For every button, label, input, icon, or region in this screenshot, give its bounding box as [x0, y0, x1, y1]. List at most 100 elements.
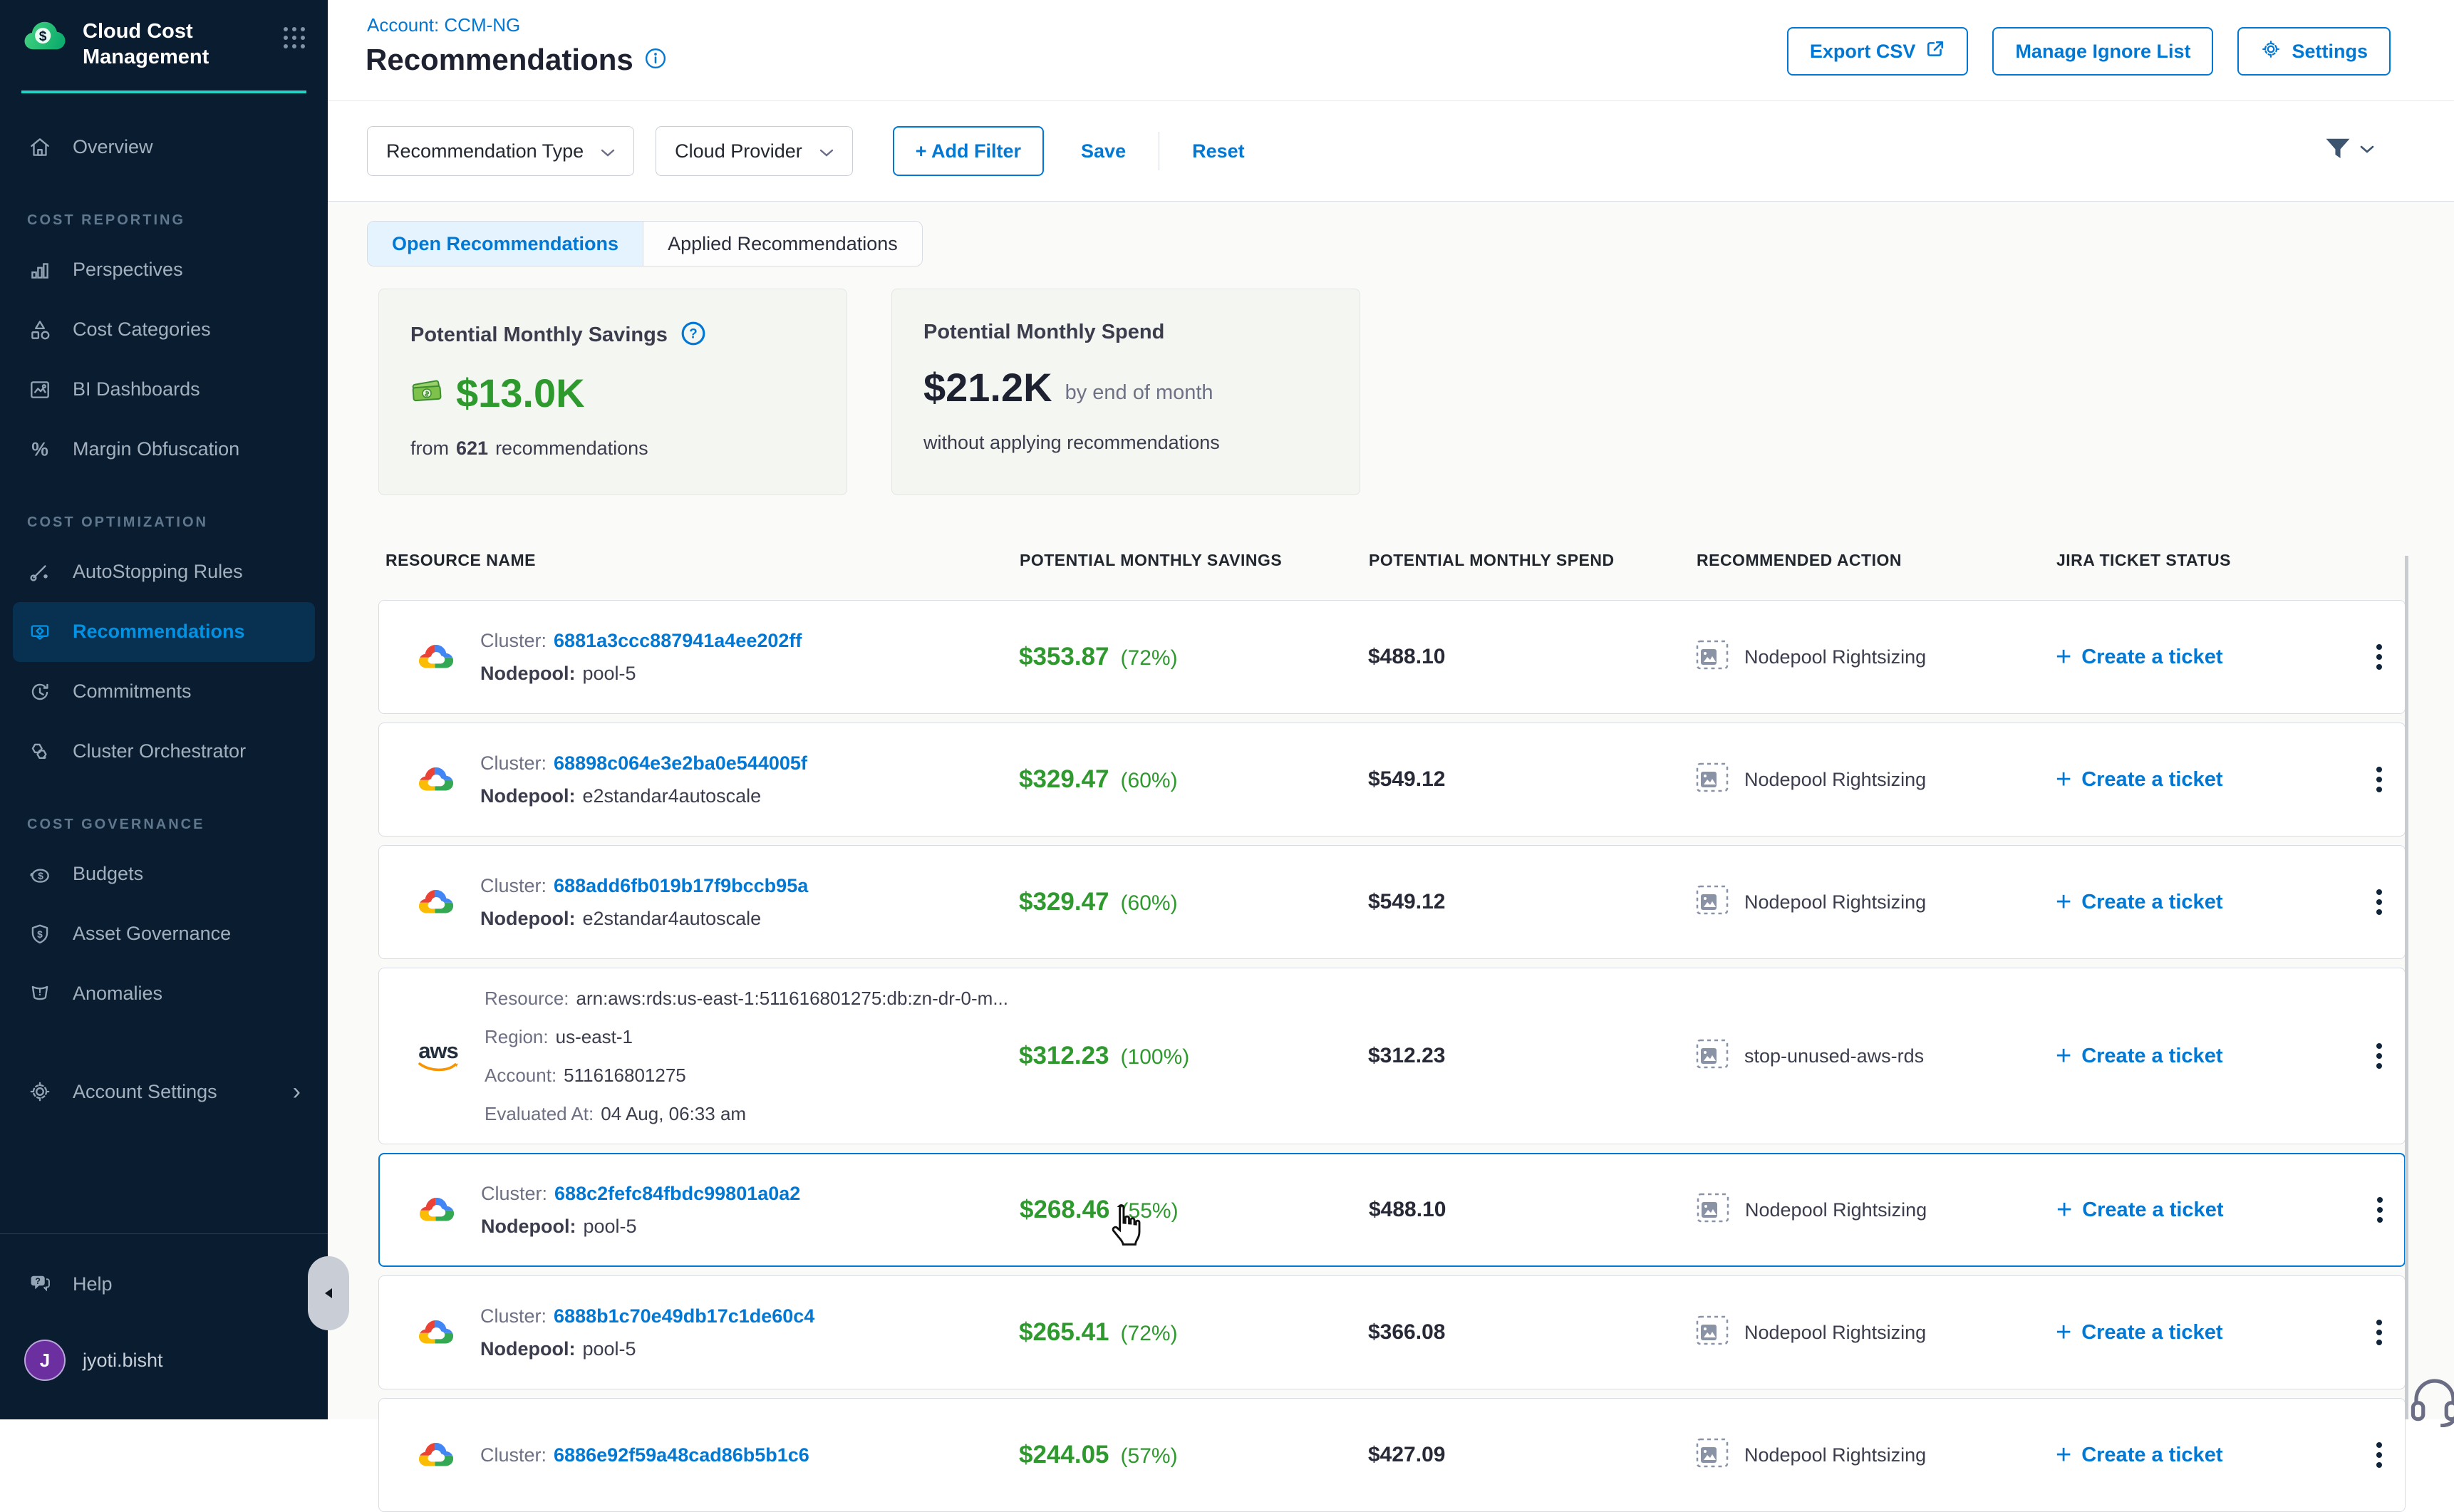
sidebar-item-account-settings[interactable]: Account Settings ›: [0, 1062, 328, 1122]
sidebar-item-cost-categories[interactable]: Cost Categories: [0, 300, 328, 360]
cloud-provider-dropdown[interactable]: Cloud Provider: [656, 126, 853, 176]
bar-chart-icon: [27, 258, 53, 282]
export-csv-button[interactable]: Export CSV: [1787, 27, 1969, 76]
cluster-link[interactable]: 688add6fb019b17f9bccb95a: [554, 869, 808, 902]
table-scrollbar[interactable]: [2405, 556, 2408, 1419]
row-menu-kebab[interactable]: [2355, 885, 2403, 919]
add-filter-button[interactable]: + Add Filter: [893, 126, 1044, 176]
spend-amount: $312.23: [1368, 1044, 1696, 1068]
region-label: Region:: [485, 1018, 549, 1056]
savings-amount: $268.46: [1020, 1196, 1110, 1224]
settings-button[interactable]: Settings: [2237, 27, 2391, 76]
nodepool-label: Nodepool:: [481, 1210, 576, 1243]
create-ticket-button[interactable]: + Create a ticket: [2056, 889, 2355, 916]
table-row[interactable]: Cluster:68898c064e3e2ba0e544005f Nodepoo…: [378, 723, 2406, 837]
cluster-link[interactable]: 6886e92f59a48cad86b5b1c6: [554, 1439, 809, 1471]
rightsizing-icon: [1696, 640, 1729, 675]
plus-icon: +: [2056, 766, 2071, 793]
sidebar-item-label: Commitments: [73, 680, 192, 703]
create-ticket-button[interactable]: + Create a ticket: [2056, 1042, 2355, 1070]
aws-logo-icon: aws: [418, 1040, 459, 1073]
funnel-icon: [2324, 137, 2351, 166]
info-icon[interactable]: [645, 48, 666, 73]
cloud-cost-logo-icon: $: [23, 19, 67, 58]
row-menu-kebab[interactable]: [2355, 1438, 2403, 1472]
table-row-selected[interactable]: Cluster:688c2fefc84fbdc99801a0a2 Nodepoo…: [378, 1153, 2406, 1267]
sidebar-item-budgets[interactable]: $ Budgets: [0, 844, 328, 904]
col-potential-monthly-savings: POTENTIAL MONTHLY SAVINGS: [1020, 551, 1369, 570]
create-ticket-button[interactable]: + Create a ticket: [2056, 1196, 2356, 1223]
cluster-link[interactable]: 688c2fefc84fbdc99801a0a2: [554, 1177, 800, 1210]
recommendations-list: Cluster: 6881a3ccc887941a4ee202ff Nodepoo…: [378, 600, 2406, 1512]
row-menu-kebab[interactable]: [2355, 762, 2403, 797]
row-menu-kebab[interactable]: [2355, 640, 2403, 674]
table-row[interactable]: Cluster:688add6fb019b17f9bccb95a Nodepoo…: [378, 845, 2406, 959]
evaluated-at-label: Evaluated At:: [485, 1094, 594, 1133]
manage-ignore-list-button[interactable]: Manage Ignore List: [1992, 27, 2213, 76]
region-value: us-east-1: [556, 1018, 633, 1056]
tab-open-recommendations[interactable]: Open Recommendations: [368, 222, 643, 266]
spend-sub: without applying recommendations: [923, 432, 1220, 454]
filter-funnel-menu[interactable]: [2324, 137, 2374, 166]
save-filter-link[interactable]: Save: [1081, 140, 1126, 162]
sidebar-section-cost-reporting: COST REPORTING: [0, 177, 328, 240]
col-jira-ticket-status: JIRA TICKET STATUS: [2056, 551, 2356, 570]
sidebar-item-bi-dashboards[interactable]: BI Dashboards: [0, 360, 328, 420]
sidebar-item-margin-obfuscation[interactable]: % Margin Obfuscation: [0, 420, 328, 480]
recommendations-tag-icon: [27, 620, 53, 644]
create-ticket-button[interactable]: + Create a ticket: [2056, 766, 2355, 793]
sidebar-collapse-handle[interactable]: [308, 1256, 349, 1330]
table-row[interactable]: Cluster:6886e92f59a48cad86b5b1c6 $244.05…: [378, 1398, 2406, 1512]
clock-refresh-icon: [27, 680, 53, 704]
cluster-link[interactable]: 68898c064e3e2ba0e544005f: [554, 747, 807, 780]
savings-percent: (72%): [1121, 1322, 1178, 1346]
home-icon: [27, 135, 53, 160]
savings-percent: (60%): [1121, 769, 1178, 793]
gcp-logo-icon: [418, 641, 455, 673]
sidebar-item-autostopping[interactable]: AutoStopping Rules: [0, 542, 328, 602]
row-menu-kebab[interactable]: [2355, 1039, 2403, 1073]
sidebar-item-label: Overview: [73, 136, 153, 158]
spend-value-suffix: by end of month: [1065, 381, 1213, 410]
breadcrumb-account-link[interactable]: Account: CCM-NG: [367, 14, 520, 36]
sidebar-item-label: Cluster Orchestrator: [73, 740, 246, 762]
resource-label: Cluster:: [480, 747, 547, 780]
recommendation-type-dropdown[interactable]: Recommendation Type: [367, 126, 634, 176]
create-ticket-button[interactable]: + Create a ticket: [2056, 1319, 2355, 1346]
table-row[interactable]: Cluster:6881a3ccc887941a4ee202ff Nodepoo…: [378, 600, 2406, 714]
percent-icon: %: [27, 437, 53, 462]
recommended-action-label: Nodepool Rightsizing: [1745, 1199, 1927, 1221]
rightsizing-icon: [1696, 1039, 1729, 1074]
sidebar-item-recommendations[interactable]: Recommendations: [13, 602, 315, 662]
content-area: Open Recommendations Applied Recommendat…: [328, 202, 2454, 1419]
chevron-right-icon: ›: [293, 1078, 301, 1106]
cluster-link[interactable]: 6888b1c70e49db17c1de60c4: [554, 1300, 814, 1332]
table-row[interactable]: Cluster:6888b1c70e49db17c1de60c4 Nodepoo…: [378, 1275, 2406, 1389]
sidebar-item-perspectives[interactable]: Perspectives: [0, 240, 328, 300]
sidebar-item-anomalies[interactable]: ! Anomalies: [0, 964, 328, 1024]
svg-text:$: $: [38, 869, 43, 881]
sidebar-item-asset-governance[interactable]: $ Asset Governance: [0, 904, 328, 964]
row-menu-kebab[interactable]: [2356, 1193, 2404, 1227]
sidebar-item-overview[interactable]: Overview: [0, 118, 328, 177]
rightsizing-icon: [1696, 1315, 1729, 1350]
sidebar-item-cluster-orchestrator[interactable]: Cluster Orchestrator: [0, 722, 328, 782]
create-ticket-button[interactable]: + Create a ticket: [2056, 1441, 2355, 1469]
user-menu[interactable]: J jyoti.bisht: [0, 1340, 328, 1381]
cluster-link[interactable]: 6881a3ccc887941a4ee202ff: [554, 624, 802, 657]
spend-amount: $488.10: [1368, 645, 1696, 669]
row-menu-kebab[interactable]: [2355, 1315, 2403, 1350]
plus-icon: +: [2056, 1042, 2071, 1070]
gcp-logo-icon: [418, 1194, 455, 1226]
sidebar-item-help[interactable]: ? Help: [0, 1254, 328, 1314]
sidebar-item-commitments[interactable]: Commitments: [0, 662, 328, 722]
create-ticket-button[interactable]: + Create a ticket: [2056, 643, 2355, 670]
tab-applied-recommendations[interactable]: Applied Recommendations: [643, 222, 922, 266]
support-headset-icon[interactable]: [2407, 1372, 2454, 1431]
plus-icon: +: [2056, 1196, 2072, 1223]
help-circle-icon[interactable]: ?: [680, 321, 706, 350]
reset-filter-link[interactable]: Reset: [1192, 140, 1245, 162]
table-row[interactable]: aws Resource:arn:aws:rds:us-east-1:51161…: [378, 968, 2406, 1144]
module-grid-icon[interactable]: [282, 26, 306, 53]
recommendation-type-label: Recommendation Type: [386, 140, 584, 162]
